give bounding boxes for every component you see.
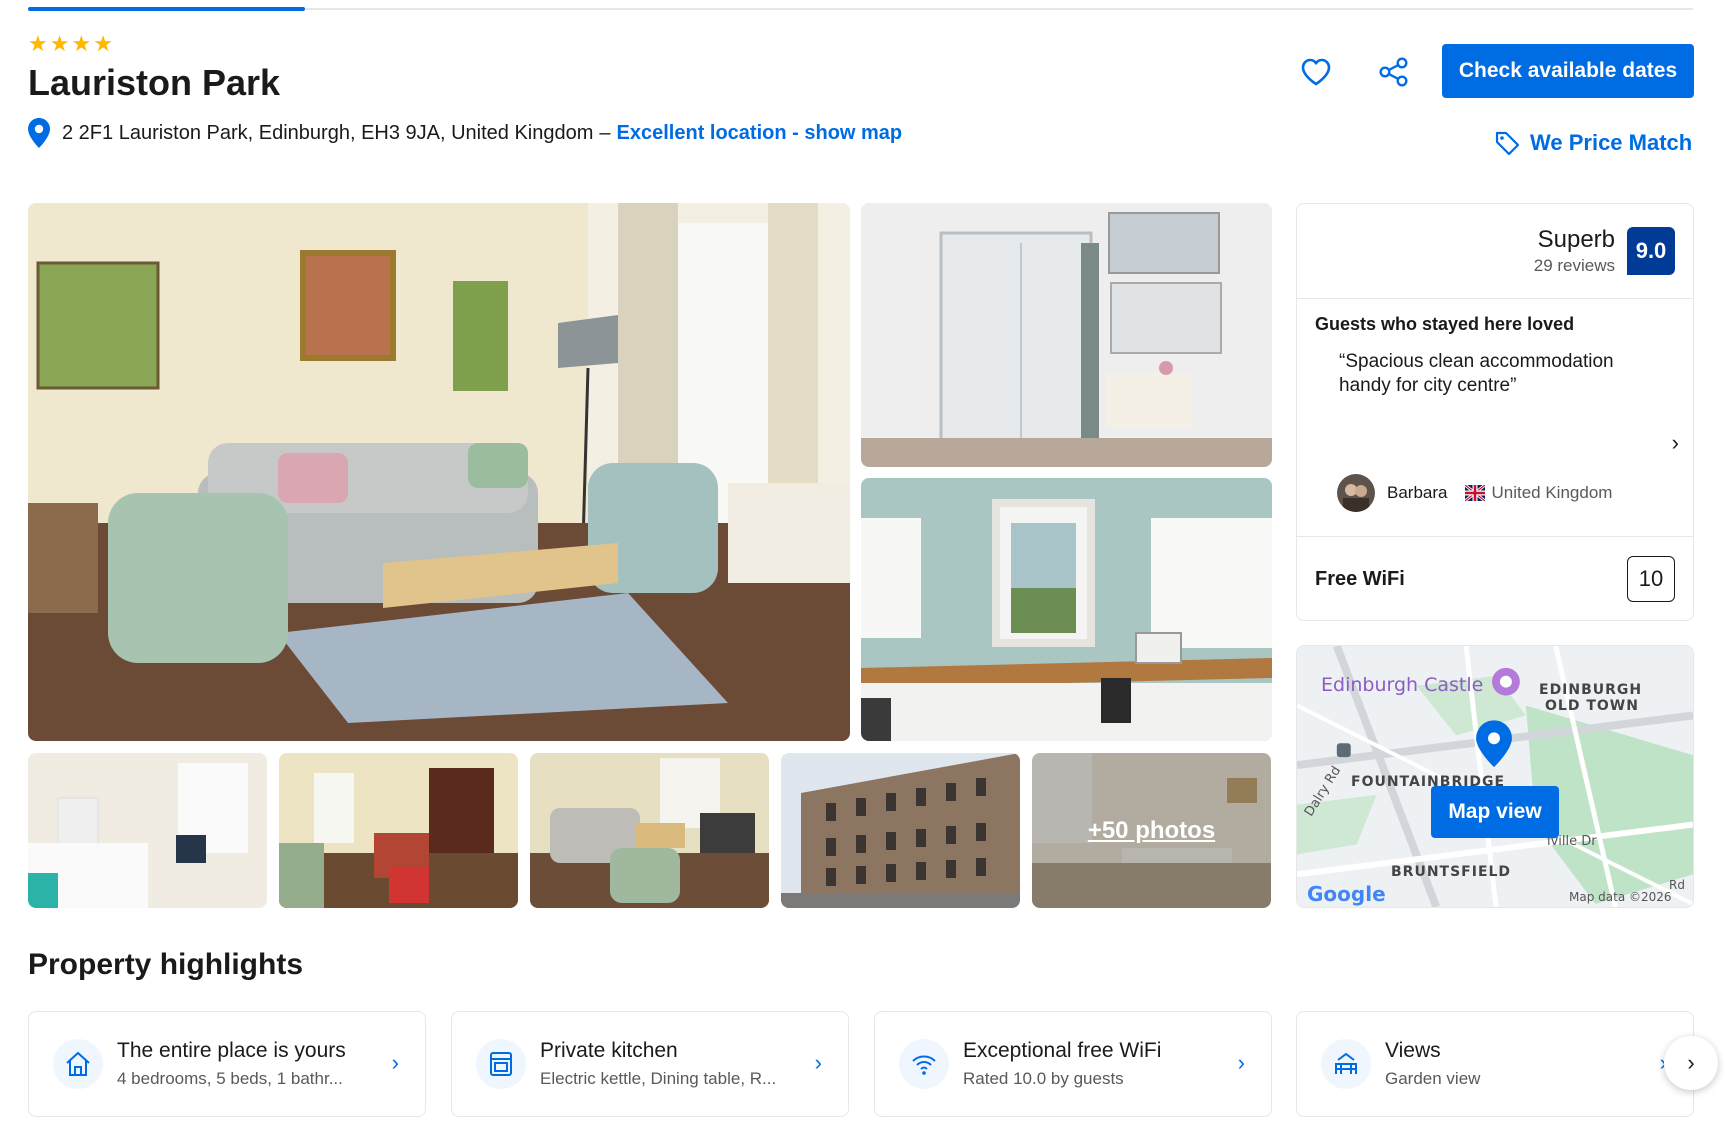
highlight-views[interactable]: Views Garden view › bbox=[1296, 1011, 1694, 1117]
bedroom-image bbox=[28, 753, 267, 908]
tag-icon bbox=[1495, 131, 1520, 156]
reviewer-name: Barbara bbox=[1387, 483, 1448, 502]
wifi-icon bbox=[899, 1039, 949, 1089]
bathroom-image bbox=[861, 203, 1272, 467]
living-room-image bbox=[28, 203, 850, 741]
photo-kitchen[interactable] bbox=[861, 478, 1272, 741]
price-match-link[interactable]: We Price Match bbox=[1494, 130, 1692, 156]
map-label-old-town-1: EDINBURGH bbox=[1539, 682, 1643, 698]
next-review-chevron-icon[interactable]: › bbox=[1672, 430, 1679, 456]
chevron-right-icon: › bbox=[814, 1050, 822, 1075]
address-text: 2 2F1 Lauriston Park, Edinburgh, EH3 9JA… bbox=[62, 121, 594, 144]
photo-bathroom[interactable] bbox=[861, 203, 1272, 467]
kitchen-image bbox=[861, 478, 1272, 741]
chevron-right-icon: › bbox=[1237, 1050, 1245, 1075]
avatar bbox=[1337, 474, 1375, 512]
reviewer-country-label: United Kingdom bbox=[1491, 483, 1613, 502]
main-photo-living-room[interactable] bbox=[28, 203, 850, 741]
active-tab-indicator bbox=[28, 7, 305, 11]
property-highlights-title: Property highlights bbox=[28, 948, 304, 981]
show-map-link[interactable]: Excellent location - show map bbox=[617, 122, 903, 145]
highlight-title: The entire place is yours bbox=[117, 1039, 346, 1062]
dining-room-image bbox=[279, 753, 518, 908]
thumbnail-bedroom[interactable] bbox=[28, 753, 267, 908]
lounge-image bbox=[530, 753, 769, 908]
thumbnail-more-photos[interactable]: +50 photos bbox=[1032, 753, 1271, 908]
highlight-entire-place[interactable]: The entire place is yours 4 bedrooms, 5 … bbox=[28, 1011, 426, 1117]
review-summary-card: Superb 29 reviews 9.0 Guests who stayed … bbox=[1296, 203, 1694, 621]
uk-flag-icon bbox=[1465, 485, 1486, 501]
score-badge: 9.0 bbox=[1627, 227, 1675, 275]
google-logo: Google bbox=[1307, 882, 1386, 906]
map-label-castle: Edinburgh Castle bbox=[1321, 674, 1484, 696]
highlight-title: Views bbox=[1385, 1039, 1441, 1062]
reviewer-info: Barbara United Kingdom bbox=[1337, 474, 1612, 512]
highlight-subtitle: 4 bedrooms, 5 beds, 1 bathr... bbox=[117, 1069, 343, 1088]
highlight-subtitle: Rated 10.0 by guests bbox=[963, 1069, 1124, 1088]
map-label-old-town-2: OLD TOWN bbox=[1545, 698, 1639, 714]
review-score-header[interactable]: Superb 29 reviews 9.0 bbox=[1534, 226, 1675, 276]
location-pin-icon bbox=[28, 118, 50, 148]
hotel-name: Lauriston Park bbox=[28, 62, 281, 103]
share-icon bbox=[1379, 57, 1408, 87]
reviewer-country: United Kingdom bbox=[1465, 483, 1612, 503]
thumbnail-building-exterior[interactable] bbox=[781, 753, 1020, 908]
map-label-road: Rd bbox=[1669, 878, 1685, 892]
free-wifi-label: Free WiFi bbox=[1315, 568, 1405, 590]
highlight-title: Exceptional free WiFi bbox=[963, 1039, 1162, 1062]
divider bbox=[1297, 536, 1693, 537]
review-quote: “Spacious clean accommodation handy for … bbox=[1339, 351, 1614, 396]
location-map[interactable]: Edinburgh Castle EDINBURGH OLD TOWN FOUN… bbox=[1296, 645, 1694, 908]
share-button[interactable] bbox=[1372, 50, 1416, 94]
review-count: 29 reviews bbox=[1533, 256, 1615, 275]
price-match-label: We Price Match bbox=[1530, 130, 1693, 155]
map-view-button[interactable]: Map view bbox=[1431, 786, 1559, 838]
heart-icon bbox=[1301, 58, 1331, 86]
address-separator: – bbox=[599, 121, 611, 144]
view-icon bbox=[1321, 1039, 1371, 1089]
check-available-dates-button[interactable]: Check available dates bbox=[1442, 44, 1694, 98]
highlight-title: Private kitchen bbox=[540, 1039, 678, 1062]
star-icon: ★ bbox=[93, 31, 113, 56]
highlight-subtitle: Electric kettle, Dining table, R... bbox=[540, 1069, 777, 1088]
more-photos-label: +50 photos bbox=[1032, 753, 1271, 908]
highlight-subtitle: Garden view bbox=[1385, 1069, 1481, 1088]
building-image bbox=[781, 753, 1020, 908]
star-icon: ★ bbox=[28, 31, 48, 56]
map-data-credit: Map data ©2026 bbox=[1569, 890, 1672, 904]
house-icon bbox=[53, 1039, 103, 1089]
guests-loved-title: Guests who stayed here loved bbox=[1315, 314, 1575, 334]
divider bbox=[1297, 298, 1693, 299]
highlight-free-wifi[interactable]: Exceptional free WiFi Rated 10.0 by gues… bbox=[874, 1011, 1272, 1117]
rating-word: Superb bbox=[1537, 226, 1615, 253]
chevron-right-icon: › bbox=[1687, 1050, 1695, 1075]
save-favorite-button[interactable] bbox=[1294, 50, 1338, 94]
oven-icon bbox=[476, 1039, 526, 1089]
thumbnail-dining-room[interactable] bbox=[279, 753, 518, 908]
carousel-next-button[interactable]: › bbox=[1664, 1036, 1718, 1090]
star-rating: ★ ★ ★ ★ bbox=[28, 33, 113, 55]
star-icon: ★ bbox=[71, 31, 92, 56]
highlight-private-kitchen[interactable]: Private kitchen Electric kettle, Dining … bbox=[451, 1011, 849, 1117]
address-row: 2 2F1 Lauriston Park, Edinburgh, EH3 9JA… bbox=[28, 118, 902, 148]
map-label-bruntsfield: BRUNTSFIELD bbox=[1391, 864, 1512, 880]
star-icon: ★ bbox=[49, 31, 70, 56]
chevron-right-icon: › bbox=[391, 1050, 399, 1075]
wifi-score-badge: 10 bbox=[1627, 556, 1675, 602]
thumbnail-lounge[interactable] bbox=[530, 753, 769, 908]
